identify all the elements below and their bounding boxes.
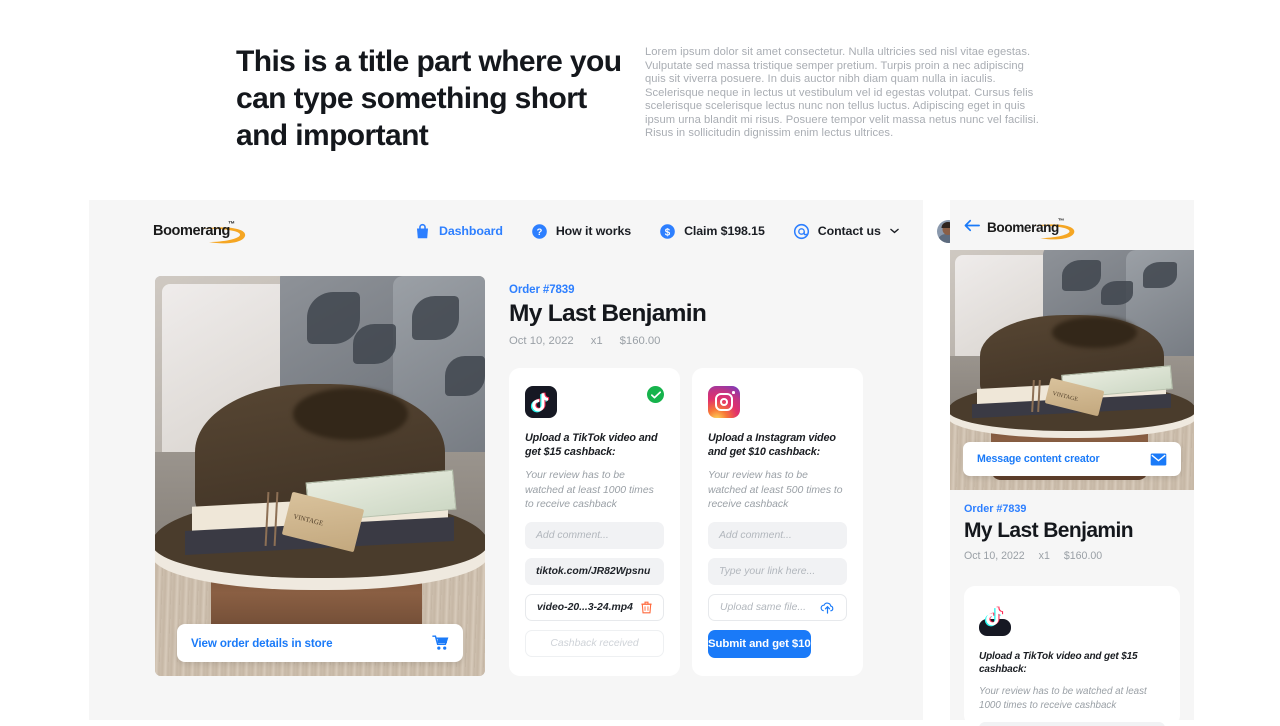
nav-item-claim[interactable]: $ Claim $198.15: [659, 223, 765, 240]
tiktok-card-header: [525, 386, 664, 418]
envelope-icon: [1150, 453, 1167, 465]
mobile-product-image[interactable]: VINTAGE Message content creator: [950, 250, 1194, 490]
view-order-details-button[interactable]: View order details in store: [177, 624, 463, 662]
mobile-order-header: Order #7839 My Last Benjamin Oct 10, 202…: [964, 503, 1180, 562]
nav-item-contact-us[interactable]: Contact us: [793, 223, 899, 240]
mobile-top-bar: Boomerang ™: [950, 200, 1194, 250]
tiktok-link-value: tiktok.com/JR82Wpsnu: [536, 565, 651, 577]
mobile-order-quantity: x1: [1038, 550, 1050, 562]
instagram-card-heading: Upload a Instagram video and get $10 cas…: [708, 432, 836, 458]
mobile-brand-logo[interactable]: Boomerang ™: [987, 217, 1082, 241]
brand-trademark: ™: [228, 221, 235, 228]
instagram-file-upload[interactable]: Upload same file...: [708, 593, 847, 621]
cashback-cards: Upload a TikTok video and get $15 cashba…: [509, 368, 863, 676]
tiktok-card-heading: Upload a TikTok video and get $15 cashba…: [525, 432, 658, 458]
shopping-cart-icon: [432, 635, 449, 650]
tiktok-link-input[interactable]: tiktok.com/JR82Wpsnu: [525, 557, 664, 585]
product-photo-scene: VINTAGE: [155, 276, 485, 676]
top-navigation-bar: Boomerang ™ Dashboard ? How it works $ C…: [89, 200, 1004, 262]
instagram-card-header: [708, 386, 847, 418]
mobile-order-product-title: My Last Benjamin: [964, 519, 1134, 542]
mobile-brand-trademark: ™: [1058, 218, 1065, 225]
tiktok-file-row[interactable]: video-20...3-24.mp4: [525, 593, 664, 621]
mobile-tiktok-comment-input[interactable]: [979, 722, 1165, 726]
desktop-app-preview: Boomerang ™ Dashboard ? How it works $ C…: [89, 200, 1004, 720]
instagram-comment-input[interactable]: Add comment...: [708, 521, 847, 549]
nav-item-dashboard-label: Dashboard: [439, 224, 503, 238]
tiktok-cashback-status: Cashback received: [525, 629, 664, 657]
at-sign-icon: [793, 223, 809, 239]
product-image[interactable]: VINTAGE View order details in store: [155, 276, 485, 676]
shopping-bag-icon: [416, 223, 429, 238]
mobile-order-id: Order #7839: [964, 503, 1027, 515]
nav-item-claim-label: Claim $198.15: [684, 224, 765, 238]
hero-section: This is a title part where you can type …: [0, 0, 1280, 196]
mobile-tiktok-card-heading: Upload a TikTok video and get $15 cashba…: [979, 651, 1138, 675]
dollar-circle-icon: $: [660, 223, 675, 239]
mobile-order-price: $160.00: [1063, 550, 1103, 562]
tiktok-comment-placeholder: Add comment...: [536, 529, 609, 541]
tiktok-card-description: Your review has to be watched at least 1…: [525, 470, 654, 510]
instagram-link-placeholder: Type your link here...: [719, 565, 816, 577]
cloud-upload-icon[interactable]: [820, 601, 835, 614]
trash-icon[interactable]: [641, 601, 652, 614]
nav-item-contact-us-label: Contact us: [817, 224, 881, 238]
tiktok-icon: [525, 386, 557, 418]
svg-text:?: ?: [536, 227, 542, 237]
check-circle-icon: [647, 386, 664, 403]
mobile-brand-logo-text: Boomerang: [987, 220, 1059, 235]
message-content-creator-label: Message content creator: [977, 453, 1100, 465]
instagram-link-input[interactable]: Type your link here...: [708, 557, 847, 585]
view-order-details-label: View order details in store: [191, 636, 333, 650]
brand-logo[interactable]: Boomerang ™: [153, 219, 248, 245]
instagram-file-placeholder: Upload same file...: [720, 601, 807, 613]
instagram-comment-placeholder: Add comment...: [719, 529, 792, 541]
order-price: $160.00: [619, 335, 661, 347]
nav-item-how-it-works[interactable]: ? How it works: [531, 223, 631, 240]
instagram-submit-button[interactable]: Submit and get $10: [708, 629, 811, 658]
mobile-tiktok-card-description: Your review has to be watched at least 1…: [979, 686, 1147, 711]
instagram-card-description: Your review has to be watched at least 5…: [708, 470, 843, 510]
mobile-tiktok-cashback-card: Upload a TikTok video and get $15 cashba…: [964, 586, 1180, 726]
order-header: Order #7839 My Last Benjamin Oct 10, 202…: [509, 284, 889, 347]
order-quantity: x1: [590, 335, 603, 347]
question-circle-icon: ?: [532, 223, 547, 239]
mobile-order-meta: Oct 10, 2022 x1 $160.00: [964, 550, 1180, 562]
tiktok-file-name: video-20...3-24.mp4: [537, 601, 633, 613]
hero-paragraph: Lorem ipsum dolor sit amet consectetur. …: [645, 46, 1039, 139]
order-product-title: My Last Benjamin: [509, 300, 707, 327]
mobile-hat-illustration: VINTAGE: [950, 314, 1194, 442]
instagram-cashback-card: Upload a Instagram video and get $10 cas…: [692, 368, 863, 676]
page-title: This is a title part where you can type …: [236, 45, 622, 152]
order-date: Oct 10, 2022: [509, 335, 574, 347]
tiktok-cashback-status-label: Cashback received: [550, 637, 639, 649]
hat-illustration: VINTAGE: [155, 384, 485, 596]
brand-logo-text: Boomerang: [153, 223, 230, 239]
tiktok-comment-input[interactable]: Add comment...: [525, 521, 664, 549]
svg-text:$: $: [665, 227, 671, 238]
nav-item-dashboard[interactable]: Dashboard: [414, 223, 503, 240]
tiktok-icon: [979, 606, 1011, 636]
arrow-left-icon[interactable]: [964, 219, 980, 232]
mobile-app-preview: Boomerang ™ VINTAGE Message content crea…: [950, 200, 1194, 726]
order-id: Order #7839: [509, 284, 575, 296]
tiktok-cashback-card: Upload a TikTok video and get $15 cashba…: [509, 368, 680, 676]
nav-item-how-it-works-label: How it works: [555, 224, 632, 238]
order-meta: Oct 10, 2022 x1 $160.00: [509, 335, 889, 347]
nav-items: Dashboard ? How it works $ Claim $198.15: [414, 200, 1004, 262]
mobile-order-date: Oct 10, 2022: [964, 550, 1025, 562]
instagram-icon: [708, 386, 740, 418]
message-content-creator-button[interactable]: Message content creator: [963, 442, 1181, 476]
chevron-down-icon[interactable]: [890, 228, 899, 234]
